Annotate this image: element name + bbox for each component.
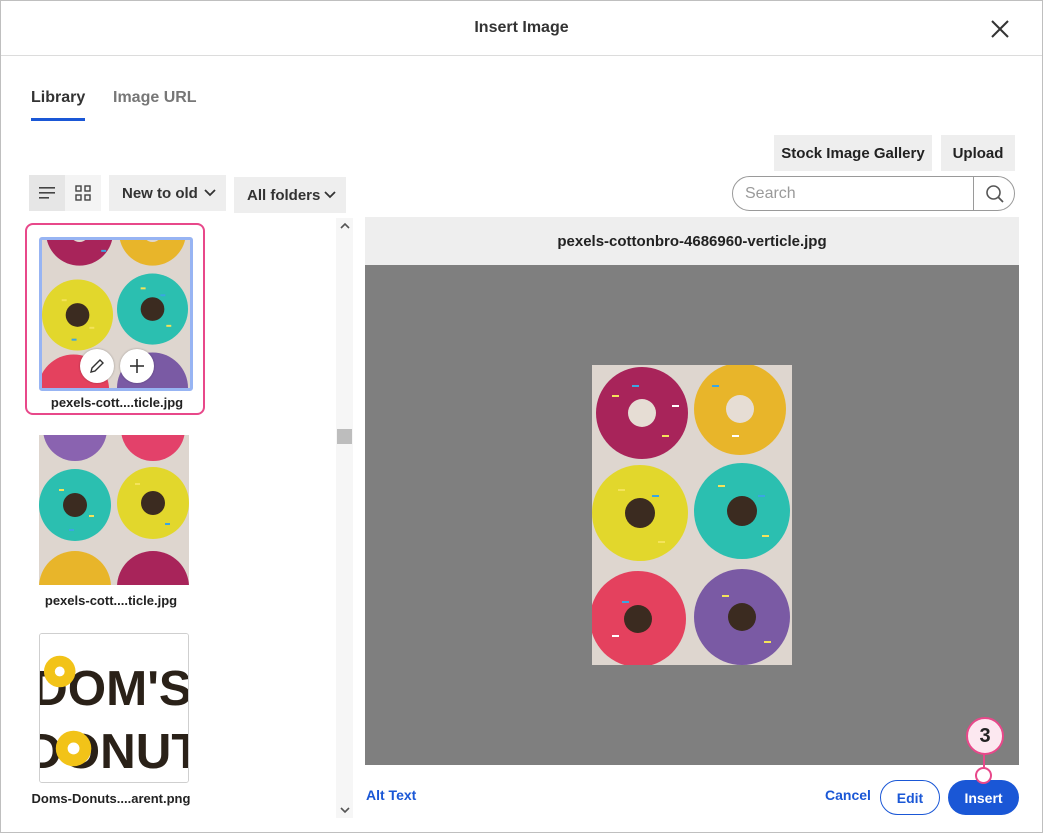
alt-text-link[interactable]: Alt Text bbox=[366, 787, 416, 803]
library-item-filename: pexels-cott....ticle.jpg bbox=[50, 395, 184, 410]
library-item-filename: Doms-Donuts....arent.png bbox=[31, 791, 191, 806]
preview-image bbox=[592, 365, 792, 665]
scroll-up-button[interactable] bbox=[336, 218, 353, 234]
chevron-up-icon bbox=[339, 222, 350, 229]
preview-filename: pexels-cottonbro-4686960-verticle.jpg bbox=[365, 217, 1019, 265]
library-item-filename: pexels-cott....ticle.jpg bbox=[44, 593, 178, 608]
view-toggle bbox=[29, 175, 101, 211]
search-button[interactable] bbox=[974, 177, 1014, 210]
pencil-icon bbox=[90, 359, 104, 373]
close-icon[interactable] bbox=[987, 16, 1013, 42]
cancel-link[interactable]: Cancel bbox=[825, 787, 871, 803]
library-item[interactable]: pexels-cott....ticle.jpg bbox=[21, 435, 201, 615]
step-callout-stem bbox=[983, 754, 985, 768]
image-thumbnail[interactable]: DOM'S DONUT bbox=[39, 633, 189, 783]
folder-dropdown-value: All folders bbox=[247, 186, 321, 204]
scroll-down-button[interactable] bbox=[336, 802, 353, 818]
dialog-title: Insert Image bbox=[474, 19, 569, 36]
search-icon bbox=[985, 184, 1004, 203]
doms-donuts-logo: DOM'S DONUT bbox=[40, 634, 188, 782]
stock-image-gallery-button[interactable]: Stock Image Gallery bbox=[774, 135, 932, 171]
chevron-down-icon bbox=[204, 189, 216, 197]
library-scrollbar[interactable] bbox=[336, 218, 353, 818]
image-thumbnail[interactable] bbox=[39, 435, 189, 585]
search-input[interactable] bbox=[745, 183, 970, 205]
edit-image-button[interactable] bbox=[80, 349, 114, 383]
chevron-down-icon bbox=[324, 191, 336, 199]
edit-button[interactable]: Edit bbox=[880, 780, 940, 815]
chevron-down-icon bbox=[339, 807, 350, 814]
step-number-badge: 3 bbox=[966, 717, 1004, 755]
sort-dropdown-value: New to old bbox=[122, 184, 198, 202]
step-callout-dot bbox=[975, 767, 992, 784]
image-preview-panel: pexels-cottonbro-4686960-verticle.jpg bbox=[365, 217, 1019, 765]
list-view-icon bbox=[39, 187, 55, 199]
dialog-header: Insert Image bbox=[1, 1, 1042, 56]
image-library-list: pexels-cott....ticle.jpg pexels-cott....… bbox=[21, 218, 341, 818]
insert-image-dialog: Insert Image Library Image URL Stock Ima… bbox=[0, 0, 1043, 833]
add-image-button[interactable] bbox=[120, 349, 154, 383]
grid-view-button[interactable] bbox=[65, 175, 101, 211]
scrollbar-thumb[interactable] bbox=[337, 429, 352, 444]
search-box bbox=[732, 176, 1015, 211]
insert-button[interactable]: Insert bbox=[948, 780, 1019, 815]
plus-icon bbox=[130, 359, 144, 373]
donut-photo-thumbnail bbox=[39, 435, 189, 585]
image-thumbnail[interactable] bbox=[39, 237, 193, 391]
donut-photo-preview bbox=[592, 365, 792, 665]
tab-image-url[interactable]: Image URL bbox=[113, 89, 197, 107]
library-item-selected[interactable]: pexels-cott....ticle.jpg bbox=[25, 223, 205, 415]
donut-photo-thumbnail bbox=[42, 240, 190, 388]
folder-dropdown[interactable]: All folders bbox=[234, 177, 346, 213]
grid-view-icon bbox=[75, 185, 91, 201]
upload-button[interactable]: Upload bbox=[941, 135, 1015, 171]
tab-library[interactable]: Library bbox=[31, 89, 86, 121]
library-item[interactable]: DOM'S DONUT Doms-Donuts....arent.png bbox=[21, 633, 201, 813]
list-view-button[interactable] bbox=[29, 175, 65, 211]
sort-dropdown[interactable]: New to old bbox=[109, 175, 226, 211]
